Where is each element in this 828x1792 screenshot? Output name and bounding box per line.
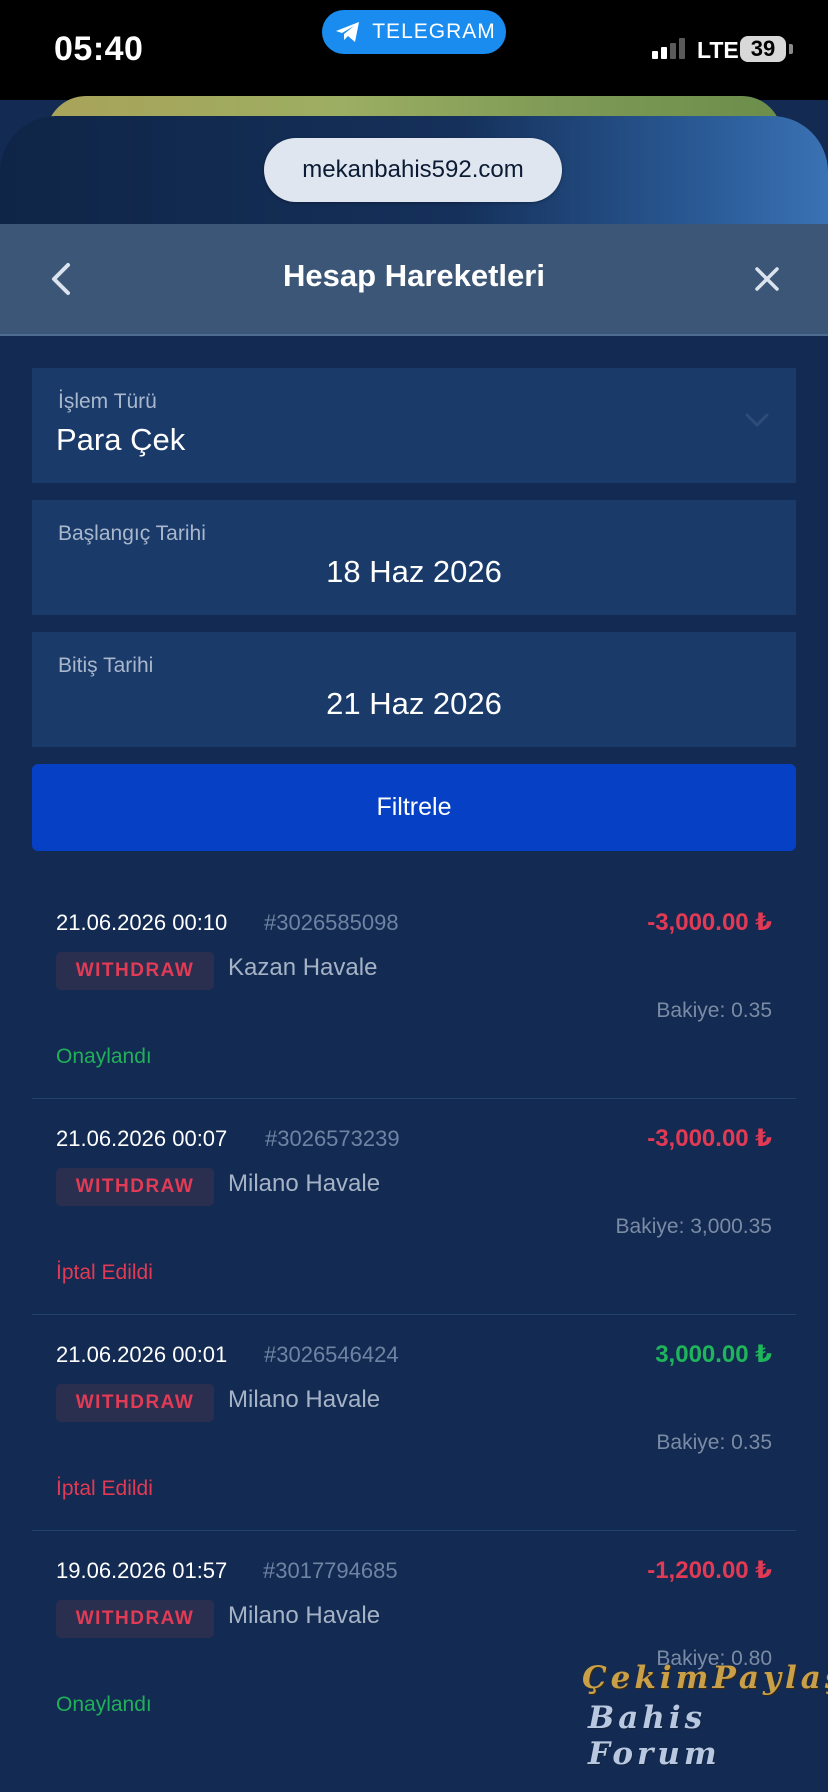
transaction-id: #3026573239 <box>265 1126 400 1151</box>
battery-nub <box>789 44 793 54</box>
page-title: Hesap Hareketleri <box>283 258 545 293</box>
filter-button[interactable]: Filtrele <box>32 764 796 851</box>
transaction-balance: Bakiye: 3,000.35 <box>615 1215 772 1238</box>
telegram-return-pill[interactable]: TELEGRAM <box>322 10 506 54</box>
end-date-field[interactable]: Bitiş Tarihi 21 Haz 2026 <box>32 632 796 747</box>
transaction-datetime: 21.06.2026 00:10 <box>56 910 228 935</box>
transaction-item[interactable]: 21.06.2026 00:07 #3026573239 -3,000.00 ₺… <box>32 1098 796 1315</box>
transaction-type-badge: WITHDRAW <box>56 1384 214 1422</box>
transaction-amount: -3,000.00 ₺ <box>647 909 772 936</box>
transaction-id: #3026546424 <box>264 1342 399 1367</box>
transaction-amount: 3,000.00 ₺ <box>655 1341 772 1368</box>
start-date-value: 18 Haz 2026 <box>326 554 502 589</box>
watermark-line-1: ÇekimPaylaş <box>582 1660 828 1696</box>
start-date-field[interactable]: Başlangıç Tarihi 18 Haz 2026 <box>32 500 796 615</box>
transaction-type-label: İşlem Türü <box>58 390 157 413</box>
end-date-label: Bitiş Tarihi <box>58 654 154 677</box>
transaction-type-badge: WITHDRAW <box>56 1168 214 1206</box>
status-time: 05:40 <box>54 30 144 68</box>
transaction-amount: -3,000.00 ₺ <box>647 1125 772 1152</box>
transaction-id: #3017794685 <box>263 1558 398 1583</box>
transaction-datetime: 19.06.2026 01:57 <box>56 1558 228 1583</box>
forum-watermark: ÇekimPaylaş Bahis Forum <box>580 1660 828 1780</box>
transaction-type-badge: WITHDRAW <box>56 1600 214 1638</box>
transaction-method: Milano Havale <box>228 1602 381 1629</box>
close-button[interactable] <box>742 254 792 304</box>
transaction-status: İptal Edildi <box>56 1261 153 1284</box>
transaction-method: Milano Havale <box>228 1386 381 1413</box>
status-bar: 05:40 TELEGRAM LTE 39 <box>0 0 828 100</box>
transaction-status: Onaylandı <box>56 1693 152 1716</box>
transaction-method: Kazan Havale <box>228 954 378 981</box>
transaction-status: Onaylandı <box>56 1045 152 1068</box>
transaction-type-value: Para Çek <box>56 422 186 457</box>
page-header: Hesap Hareketleri <box>0 224 828 336</box>
transaction-method: Milano Havale <box>228 1170 381 1197</box>
end-date-value: 21 Haz 2026 <box>326 686 502 721</box>
signal-icon <box>652 38 685 59</box>
transaction-balance: Bakiye: 0.35 <box>656 1431 772 1454</box>
transaction-type-select[interactable]: İşlem Türü Para Çek <box>32 368 796 483</box>
transaction-type-badge: WITHDRAW <box>56 952 214 990</box>
transaction-status: İptal Edildi <box>56 1477 153 1500</box>
close-icon <box>755 267 779 291</box>
transaction-item[interactable]: 21.06.2026 00:01 #3026546424 3,000.00 ₺ … <box>32 1314 796 1531</box>
battery-icon: 39 <box>740 36 786 62</box>
watermark-line-2: Bahis Forum <box>588 1700 721 1772</box>
transaction-amount: -1,200.00 ₺ <box>647 1557 772 1584</box>
transaction-item[interactable]: 21.06.2026 00:10 #3026585098 -3,000.00 ₺… <box>32 882 796 1099</box>
transaction-datetime: 21.06.2026 00:01 <box>56 1342 228 1367</box>
telegram-icon <box>336 22 360 42</box>
transaction-id: #3026585098 <box>264 910 399 935</box>
transaction-balance: Bakiye: 0.35 <box>656 999 772 1022</box>
transaction-datetime: 21.06.2026 00:07 <box>56 1126 228 1151</box>
network-type: LTE <box>697 37 739 63</box>
start-date-label: Başlangıç Tarihi <box>58 522 206 545</box>
url-bar[interactable]: mekanbahis592.com <box>264 138 562 202</box>
chevron-down-icon <box>745 413 769 428</box>
telegram-label: TELEGRAM <box>372 20 496 43</box>
